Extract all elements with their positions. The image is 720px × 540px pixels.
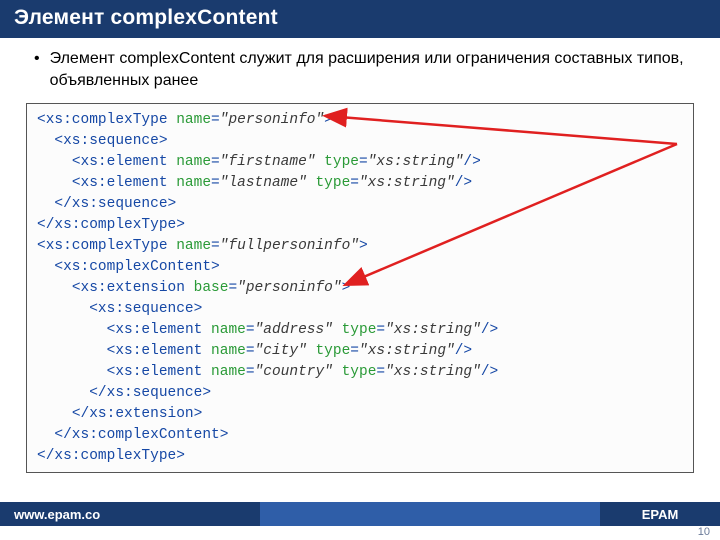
footer-bar: www.epam.co EPAM	[0, 502, 720, 526]
bullet-text: Элемент complexContent служит для расшир…	[50, 48, 690, 93]
code-line: </xs:complexType>	[37, 446, 683, 467]
code-line: </xs:sequence>	[37, 194, 683, 215]
code-line: <xs:element name="lastname" type="xs:str…	[37, 173, 683, 194]
code-line: </xs:complexType>	[37, 215, 683, 236]
code-block: <xs:complexType name="personinfo"> <xs:s…	[26, 103, 694, 473]
code-line: <xs:complexType name="personinfo">	[37, 110, 683, 131]
code-line: <xs:element name="city" type="xs:string"…	[37, 341, 683, 362]
slide-title-bar: Элемент complexContent	[0, 0, 720, 38]
code-line: </xs:extension>	[37, 404, 683, 425]
code-line: <xs:extension base="personinfo">	[37, 278, 683, 299]
footer-url: www.epam.co	[0, 502, 260, 526]
code-line: <xs:complexContent>	[37, 257, 683, 278]
code-line: <xs:element name="address" type="xs:stri…	[37, 320, 683, 341]
code-line: <xs:complexType name="fullpersoninfo">	[37, 236, 683, 257]
code-line: <xs:sequence>	[37, 131, 683, 152]
bullet-item: • Элемент complexContent служит для расш…	[34, 48, 690, 93]
page-number: 10	[698, 526, 710, 538]
bullet-dot-icon: •	[34, 48, 40, 93]
footer-brand: EPAM	[600, 502, 720, 526]
code-line: </xs:sequence>	[37, 383, 683, 404]
bullet-list: • Элемент complexContent служит для расш…	[0, 38, 720, 101]
slide-title: Элемент complexContent	[14, 6, 278, 29]
code-line: </xs:complexContent>	[37, 425, 683, 446]
code-line: <xs:element name="country" type="xs:stri…	[37, 362, 683, 383]
code-line: <xs:element name="firstname" type="xs:st…	[37, 152, 683, 173]
code-line: <xs:sequence>	[37, 299, 683, 320]
footer-spacer	[260, 502, 600, 526]
